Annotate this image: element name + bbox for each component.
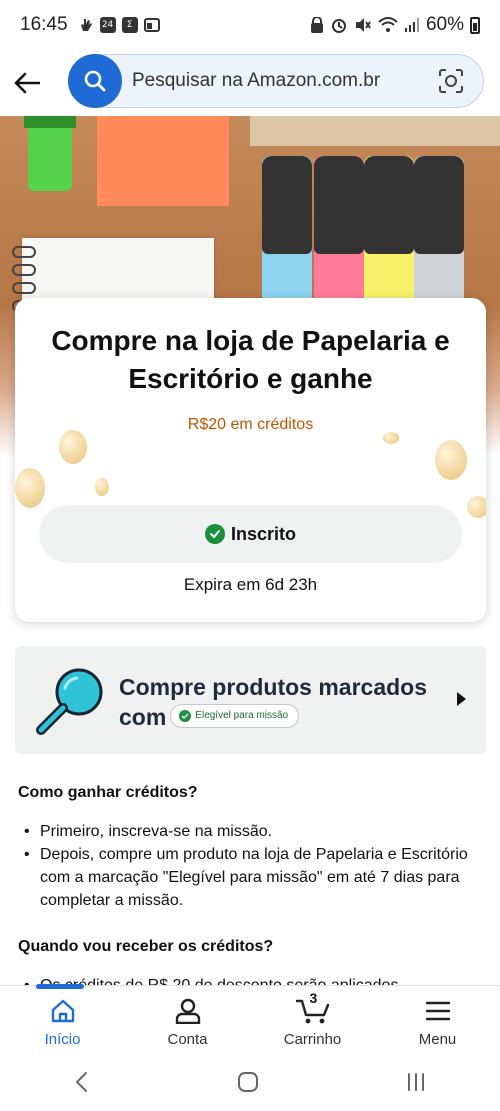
list-item: Primeiro, inscreva-se na missão. bbox=[18, 820, 480, 843]
sigma-icon: Σ bbox=[121, 17, 138, 33]
nav-label: Carrinho bbox=[283, 1031, 342, 1048]
back-button[interactable] bbox=[0, 56, 54, 110]
status-bar: 16:45 24 Σ 60% bbox=[0, 0, 500, 50]
search-input[interactable]: Pesquisar na Amazon.com.br bbox=[132, 70, 431, 92]
camera-search-button[interactable] bbox=[431, 61, 471, 101]
menu-icon bbox=[425, 1001, 450, 1021]
mission-title: Compre na loja de Papelaria e Escritório… bbox=[51, 325, 450, 394]
yellow-marker-image bbox=[364, 156, 414, 306]
pink-marker-image bbox=[314, 156, 364, 306]
search-bar[interactable]: Pesquisar na Amazon.com.br bbox=[68, 54, 484, 108]
nav-cart[interactable]: 3 Carrinho bbox=[250, 986, 375, 1053]
magnifier-icon bbox=[36, 668, 103, 735]
mute-icon bbox=[355, 18, 371, 32]
battery-icon bbox=[470, 16, 480, 34]
chevron-right-icon bbox=[457, 692, 466, 706]
mission-expiry: Expira em 6d 23h bbox=[183, 575, 318, 594]
how-to-earn-list: Primeiro, inscreva-se na missão. Depois,… bbox=[18, 820, 480, 912]
lock-icon bbox=[310, 17, 323, 33]
when-credits-heading: Quando vou receber os créditos? bbox=[18, 938, 274, 955]
signal-icon bbox=[404, 18, 419, 32]
nav-account[interactable]: Conta bbox=[125, 986, 250, 1053]
nav-label: Início bbox=[44, 1031, 81, 1048]
coin-decoration bbox=[59, 430, 87, 464]
eligible-badge: Elegível para missão bbox=[170, 703, 300, 728]
mission-credits: R$20 em créditos bbox=[187, 416, 314, 433]
system-recents-icon[interactable] bbox=[404, 1070, 428, 1094]
window-icon bbox=[143, 18, 160, 32]
calendar-24-icon: 24 bbox=[99, 17, 116, 33]
sticky-note-image bbox=[97, 116, 229, 206]
nav-menu[interactable]: Menu bbox=[375, 986, 500, 1053]
ruler-image bbox=[250, 116, 500, 146]
blue-marker-image bbox=[262, 156, 312, 306]
hand-icon bbox=[80, 19, 92, 31]
list-item: Depois, compre um produto na loja de Pap… bbox=[18, 843, 480, 912]
how-to-earn-heading: Como ganhar créditos? bbox=[18, 784, 198, 801]
system-back-icon[interactable] bbox=[72, 1070, 92, 1094]
nav-label: Conta bbox=[167, 1031, 208, 1048]
enrolled-status-button[interactable]: Inscrito bbox=[39, 505, 462, 563]
battery-percent: 60% bbox=[425, 14, 464, 35]
system-nav-bar bbox=[0, 1053, 500, 1111]
search-button[interactable] bbox=[68, 54, 122, 108]
eligible-products-link[interactable]: Compre produtos marcados com Elegível par… bbox=[15, 646, 486, 754]
cart-count: 3 bbox=[309, 990, 318, 1006]
eligible-products-title: Compre produtos marcados com Elegível par… bbox=[119, 674, 427, 730]
bottom-nav: Início Conta 3 Carrinho Menu bbox=[0, 984, 500, 1053]
clock: 16:45 bbox=[20, 14, 68, 35]
system-home-icon[interactable] bbox=[236, 1070, 260, 1094]
check-circle-icon bbox=[204, 524, 225, 544]
check-circle-icon bbox=[179, 709, 192, 722]
user-icon bbox=[175, 998, 200, 1024]
enrolled-label: Inscrito bbox=[230, 523, 296, 544]
alarm-icon bbox=[331, 19, 346, 33]
search-header: Pesquisar na Amazon.com.br bbox=[0, 50, 500, 116]
coin-decoration bbox=[435, 440, 467, 480]
active-indicator bbox=[36, 984, 84, 989]
coin-decoration bbox=[467, 496, 486, 518]
search-icon bbox=[84, 70, 106, 92]
mission-card: Compre na loja de Papelaria e Escritório… bbox=[15, 298, 486, 622]
coin-decoration bbox=[15, 468, 45, 508]
wifi-icon bbox=[378, 17, 398, 32]
coin-decoration bbox=[95, 478, 109, 496]
home-icon bbox=[51, 999, 74, 1023]
nav-home[interactable]: Início bbox=[0, 986, 125, 1053]
gray-marker-image bbox=[414, 156, 464, 306]
back-arrow-icon bbox=[14, 72, 40, 94]
camera-scan-icon bbox=[439, 69, 463, 93]
nav-label: Menu bbox=[418, 1031, 457, 1048]
